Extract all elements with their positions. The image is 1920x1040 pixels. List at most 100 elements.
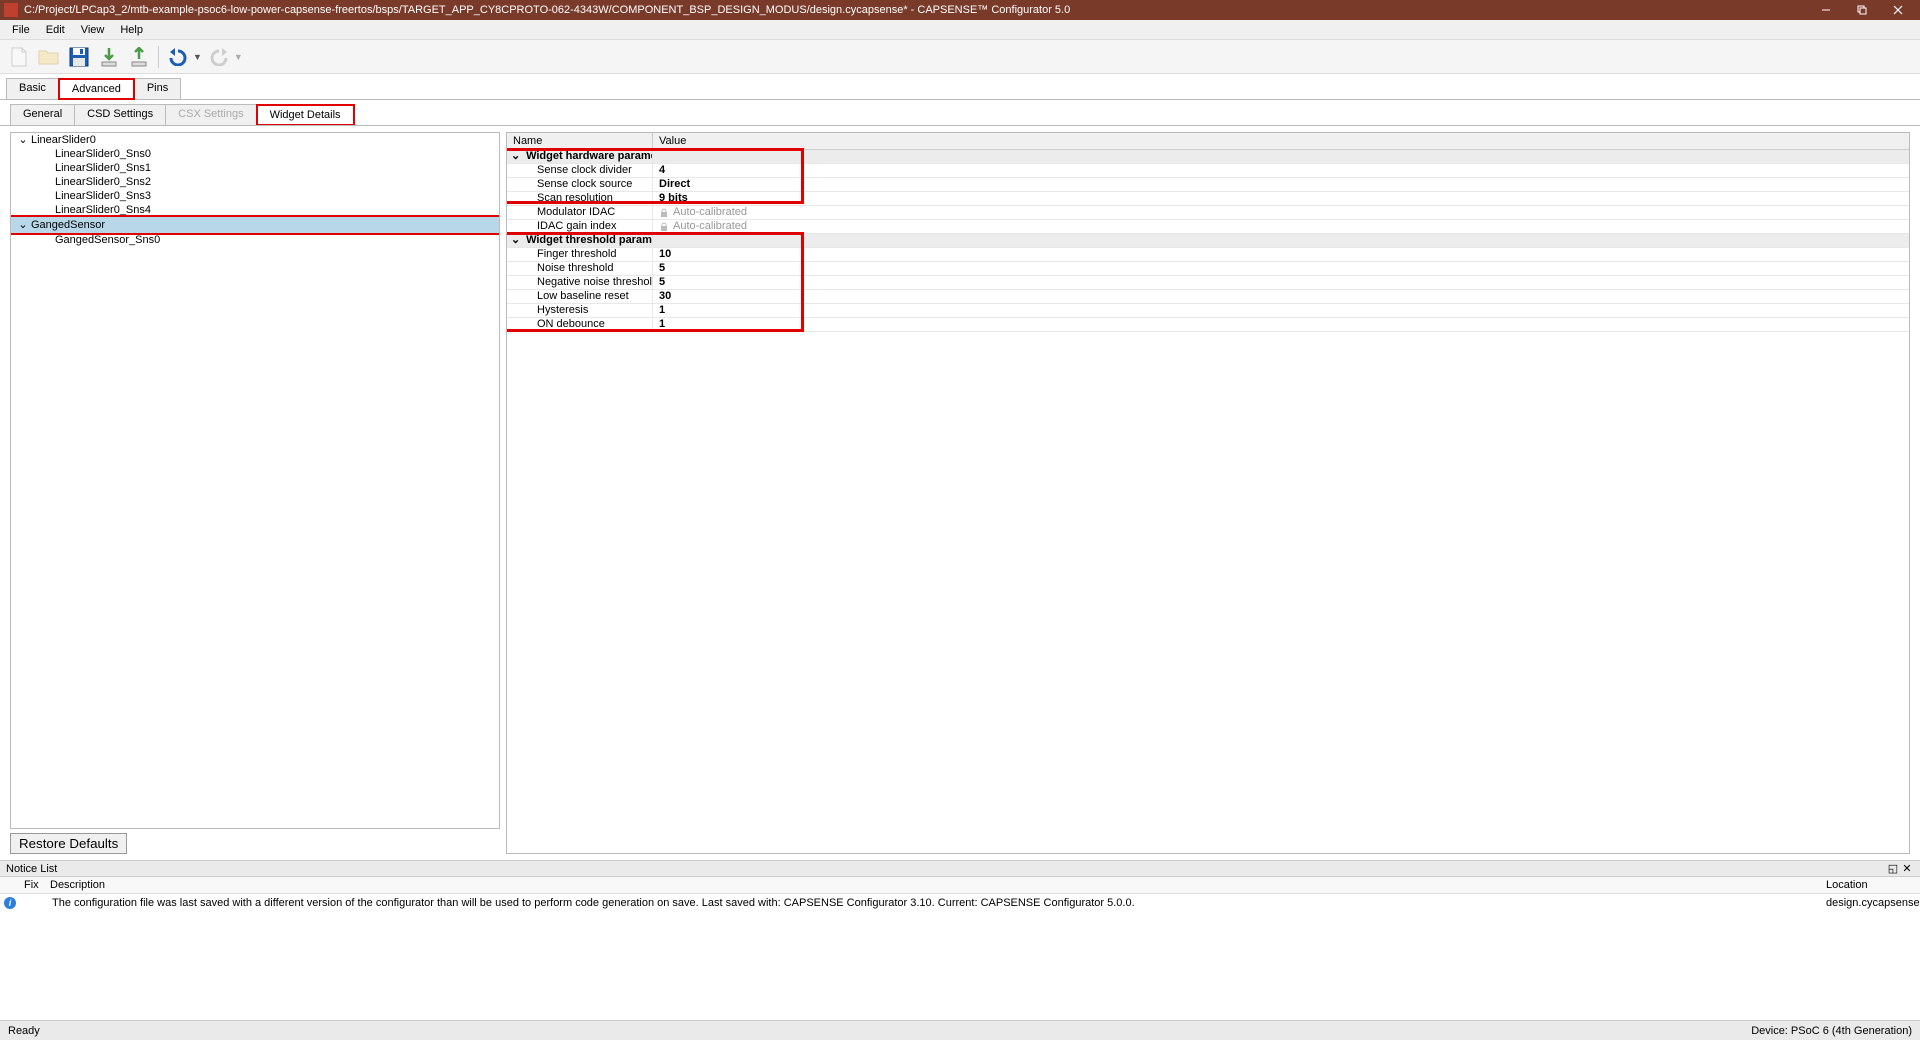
export-icon[interactable] bbox=[126, 44, 152, 70]
lock-icon bbox=[659, 208, 669, 218]
param-value[interactable]: 1 bbox=[653, 304, 1909, 317]
subtab-widget-details[interactable]: Widget Details bbox=[256, 104, 355, 126]
import-icon[interactable] bbox=[96, 44, 122, 70]
param-value[interactable]: 4 bbox=[653, 164, 1909, 177]
minimize-button[interactable] bbox=[1808, 0, 1844, 20]
parameter-grid: Name Value ⌄ Widget hardware parametersS… bbox=[506, 132, 1910, 854]
param-value[interactable]: 1 bbox=[653, 318, 1909, 331]
notice-location: design.cycapsense bbox=[1826, 897, 1916, 909]
param-value[interactable]: 9 bits bbox=[653, 192, 1909, 205]
param-name: Sense clock source bbox=[507, 178, 653, 191]
col-value: Value bbox=[653, 133, 1909, 149]
param-row[interactable]: Modulator IDACAuto-calibrated bbox=[507, 206, 1909, 220]
tab-advanced[interactable]: Advanced bbox=[58, 78, 135, 100]
close-button[interactable] bbox=[1880, 0, 1916, 20]
param-name: Negative noise threshold bbox=[507, 276, 653, 289]
param-group[interactable]: ⌄ Widget hardware parameters bbox=[507, 150, 1909, 164]
param-row[interactable]: Scan resolution9 bits bbox=[507, 192, 1909, 206]
param-value[interactable]: 10 bbox=[653, 248, 1909, 261]
notice-close-icon[interactable]: ✕ bbox=[1900, 862, 1914, 875]
status-left: Ready bbox=[8, 1025, 1751, 1037]
param-name: Modulator IDAC bbox=[507, 206, 653, 219]
param-row[interactable]: Low baseline reset30 bbox=[507, 290, 1909, 304]
notice-columns: Fix Description Location bbox=[0, 877, 1920, 894]
param-row[interactable]: ON debounce1 bbox=[507, 318, 1909, 332]
menu-view[interactable]: View bbox=[73, 22, 113, 38]
restore-defaults-button[interactable]: Restore Defaults bbox=[10, 833, 127, 854]
notice-row[interactable]: i The configuration file was last saved … bbox=[0, 894, 1920, 912]
param-name: ON debounce bbox=[507, 318, 653, 331]
notice-undock-icon[interactable]: ◱ bbox=[1886, 862, 1900, 875]
menubar: File Edit View Help bbox=[0, 20, 1920, 40]
col-fix: Fix bbox=[24, 879, 50, 891]
statusbar: Ready Device: PSoC 6 (4th Generation) bbox=[0, 1020, 1920, 1040]
param-name: Sense clock divider bbox=[507, 164, 653, 177]
param-row[interactable]: Finger threshold10 bbox=[507, 248, 1909, 262]
subtab-csx-settings: CSX Settings bbox=[165, 104, 256, 126]
grid-body: ⌄ Widget hardware parametersSense clock … bbox=[507, 150, 1909, 332]
tree-node-gangedsensor[interactable]: ⌄GangedSensor bbox=[10, 215, 500, 235]
new-file-icon bbox=[6, 44, 32, 70]
param-name: Low baseline reset bbox=[507, 290, 653, 303]
param-row[interactable]: Hysteresis1 bbox=[507, 304, 1909, 318]
tree-node-sns1[interactable]: LinearSlider0_Sns1 bbox=[11, 161, 499, 175]
save-icon[interactable] bbox=[66, 44, 92, 70]
undo-dropdown-icon[interactable]: ▼ bbox=[193, 52, 202, 62]
redo-icon bbox=[206, 44, 232, 70]
param-group[interactable]: ⌄ Widget threshold parameters bbox=[507, 234, 1909, 248]
notice-titlebar: Notice List ◱ ✕ bbox=[0, 861, 1920, 877]
tab-basic[interactable]: Basic bbox=[6, 78, 59, 100]
lock-icon bbox=[659, 222, 669, 232]
menu-edit[interactable]: Edit bbox=[38, 22, 73, 38]
titlebar: C:/Project/LPCap3_2/mtb-example-psoc6-lo… bbox=[0, 0, 1920, 20]
param-row[interactable]: Negative noise threshold5 bbox=[507, 276, 1909, 290]
tab-pins[interactable]: Pins bbox=[134, 78, 181, 100]
param-row[interactable]: Sense clock divider4 bbox=[507, 164, 1909, 178]
widget-tree[interactable]: ⌄LinearSlider0 LinearSlider0_Sns0 Linear… bbox=[10, 132, 500, 829]
group-title: Widget hardware parameters bbox=[526, 150, 653, 162]
tree-label: GangedSensor bbox=[31, 218, 105, 232]
tree-node-sns2[interactable]: LinearSlider0_Sns2 bbox=[11, 175, 499, 189]
undo-icon[interactable] bbox=[165, 44, 191, 70]
param-value[interactable]: 5 bbox=[653, 262, 1909, 275]
tree-node-sns0[interactable]: LinearSlider0_Sns0 bbox=[11, 147, 499, 161]
tree-node-ganged-sns0[interactable]: GangedSensor_Sns0 bbox=[11, 233, 499, 247]
subtab-csd-settings[interactable]: CSD Settings bbox=[74, 104, 166, 126]
toolbar: ▼ ▼ bbox=[0, 40, 1920, 74]
param-row[interactable]: IDAC gain indexAuto-calibrated bbox=[507, 220, 1909, 234]
menu-file[interactable]: File bbox=[4, 22, 38, 38]
tree-label: LinearSlider0 bbox=[31, 133, 96, 147]
content-area: ⌄LinearSlider0 LinearSlider0_Sns0 Linear… bbox=[0, 125, 1920, 860]
window-title: C:/Project/LPCap3_2/mtb-example-psoc6-lo… bbox=[24, 4, 1808, 16]
maximize-button[interactable] bbox=[1844, 0, 1880, 20]
open-file-icon bbox=[36, 44, 62, 70]
notice-body: i The configuration file was last saved … bbox=[0, 894, 1920, 1020]
tree-node-sns3[interactable]: LinearSlider0_Sns3 bbox=[11, 189, 499, 203]
param-row[interactable]: Sense clock sourceDirect bbox=[507, 178, 1909, 192]
grid-header: Name Value bbox=[507, 133, 1909, 150]
param-name: IDAC gain index bbox=[507, 220, 653, 233]
redo-dropdown-icon: ▼ bbox=[234, 52, 243, 62]
col-name: Name bbox=[507, 133, 653, 149]
notice-title-text: Notice List bbox=[6, 863, 1886, 875]
notice-panel: Notice List ◱ ✕ Fix Description Location… bbox=[0, 860, 1920, 1020]
param-name: Scan resolution bbox=[507, 192, 653, 205]
param-value[interactable]: Auto-calibrated bbox=[653, 220, 1909, 233]
param-row[interactable]: Noise threshold5 bbox=[507, 262, 1909, 276]
col-description: Description bbox=[50, 879, 1826, 891]
sub-tabs: General CSD Settings CSX Settings Widget… bbox=[0, 99, 1920, 126]
param-value[interactable]: 30 bbox=[653, 290, 1909, 303]
param-value[interactable]: Auto-calibrated bbox=[653, 206, 1909, 219]
main-tabs: Basic Advanced Pins bbox=[0, 74, 1920, 100]
app-icon bbox=[4, 3, 18, 17]
status-right: Device: PSoC 6 (4th Generation) bbox=[1751, 1025, 1912, 1037]
param-value[interactable]: 5 bbox=[653, 276, 1909, 289]
param-value[interactable]: Direct bbox=[653, 178, 1909, 191]
subtab-general[interactable]: General bbox=[10, 104, 75, 126]
param-name: Noise threshold bbox=[507, 262, 653, 275]
tree-node-linearslider0[interactable]: ⌄LinearSlider0 bbox=[11, 133, 499, 147]
info-icon: i bbox=[4, 897, 16, 909]
notice-description: The configuration file was last saved wi… bbox=[52, 897, 1826, 909]
menu-help[interactable]: Help bbox=[112, 22, 151, 38]
group-title: Widget threshold parameters bbox=[526, 234, 653, 246]
